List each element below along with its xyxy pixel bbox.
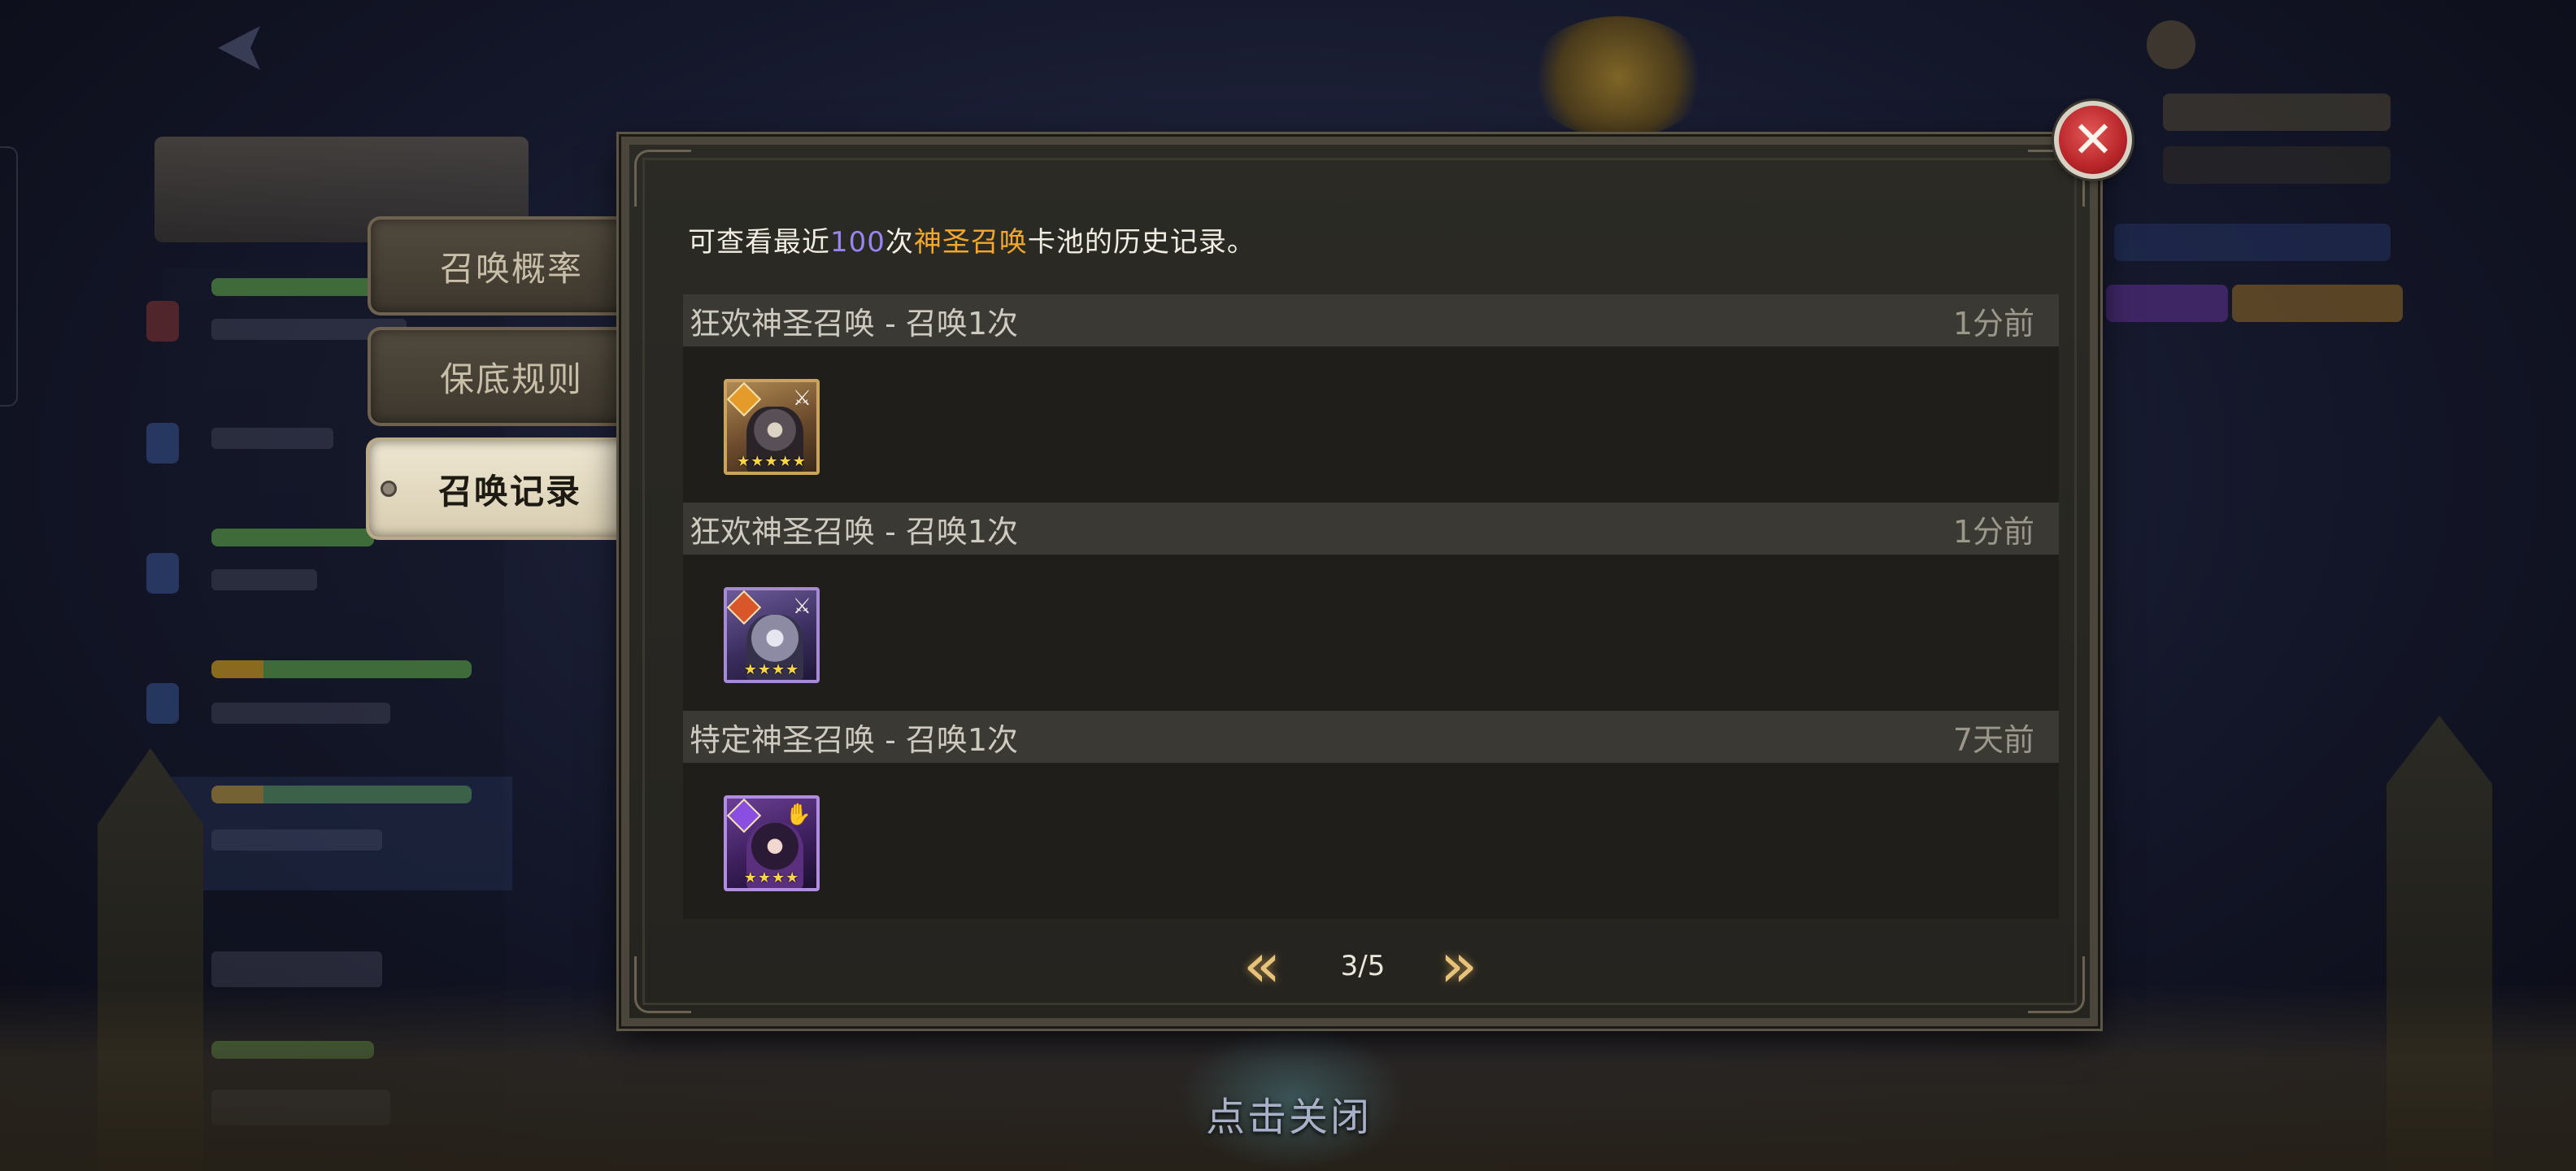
tab-label: 召唤概率 [439, 248, 583, 289]
previous-page-button[interactable]: « [1229, 934, 1295, 996]
background-currency-bar [2163, 146, 2391, 184]
background-item-icon [146, 423, 179, 464]
record-header: 狂欢神圣召唤 - 召唤1次 1分前 [683, 503, 2059, 555]
record-header: 狂欢神圣召唤 - 召唤1次 1分前 [683, 294, 2059, 346]
hero-portrait[interactable]: ⚔ ★★★★ [724, 587, 820, 683]
next-page-button[interactable]: » [1426, 934, 1491, 996]
history-record: 狂欢神圣召唤 - 召唤1次 1分前 ⚔ ★★★★ [683, 503, 2059, 711]
tab-selected-indicator [381, 481, 397, 497]
record-time: 7天前 [1952, 721, 2034, 758]
background-currency-icon [2147, 20, 2195, 69]
background-banner-bar [2114, 224, 2391, 261]
star-rating: ★★★★ [743, 869, 800, 886]
background-edge-tab [0, 146, 18, 407]
star-rating: ★★★★ [743, 661, 800, 678]
history-info-text: 可查看最近100次神圣召唤卡池的历史记录。 [688, 226, 1255, 259]
record-time: 1分前 [1952, 513, 2034, 550]
record-header: 特定神圣召唤 - 召唤1次 7天前 [683, 711, 2059, 763]
class-icon: ✋ [785, 803, 812, 827]
record-title: 特定神圣召唤 - 召唤1次 [690, 721, 1019, 758]
record-time: 1分前 [1952, 305, 2034, 342]
hero-portrait[interactable]: ✋ ★★★★ [724, 795, 820, 891]
tab-label: 保底规则 [439, 359, 583, 399]
tap-to-close-hint[interactable]: 点击关闭 [1155, 1085, 1423, 1142]
background-item-icon [146, 301, 179, 342]
background-currency-bar [2163, 94, 2391, 131]
background-item-icon [146, 553, 179, 594]
class-icon: ⚔ [792, 594, 812, 619]
pagination: « 3/5 » [629, 932, 2090, 1005]
history-record: 特定神圣召唤 - 召唤1次 7天前 ✋ ★★★★ [683, 711, 2059, 919]
history-record: 狂欢神圣召唤 - 召唤1次 1分前 ⚔ ★★★★★ [683, 294, 2059, 503]
background-item-icon [146, 683, 179, 724]
class-icon: ⚔ [792, 386, 812, 411]
star-rating: ★★★★★ [737, 453, 807, 470]
background-purple-button [2106, 285, 2228, 322]
record-title: 狂欢神圣召唤 - 召唤1次 [690, 513, 1019, 550]
close-button[interactable]: ✕ [2054, 101, 2132, 179]
background-gold-button [2232, 285, 2403, 322]
frame-corner-ornament [634, 150, 691, 207]
background-selected-row [171, 777, 512, 890]
background-light [1529, 16, 1708, 138]
page-indicator: 3/5 [1340, 950, 1386, 982]
record-title: 狂欢神圣召唤 - 召唤1次 [690, 305, 1019, 342]
record-count: 100 [830, 226, 886, 259]
pool-name: 神圣召唤 [913, 226, 1028, 259]
close-icon: ✕ [2072, 110, 2114, 169]
tab-summon-rate[interactable]: 召唤概率 [368, 216, 628, 316]
back-arrow-icon [218, 26, 260, 70]
summon-history-dialog: 可查看最近100次神圣召唤卡池的历史记录。 狂欢神圣召唤 - 召唤1次 1分前 … [621, 137, 2098, 1026]
tab-label: 召唤记录 [437, 471, 581, 511]
tab-pity-rules[interactable]: 保底规则 [368, 327, 628, 426]
hero-portrait[interactable]: ⚔ ★★★★★ [724, 379, 820, 475]
tab-summon-history[interactable]: 召唤记录 [366, 437, 626, 540]
